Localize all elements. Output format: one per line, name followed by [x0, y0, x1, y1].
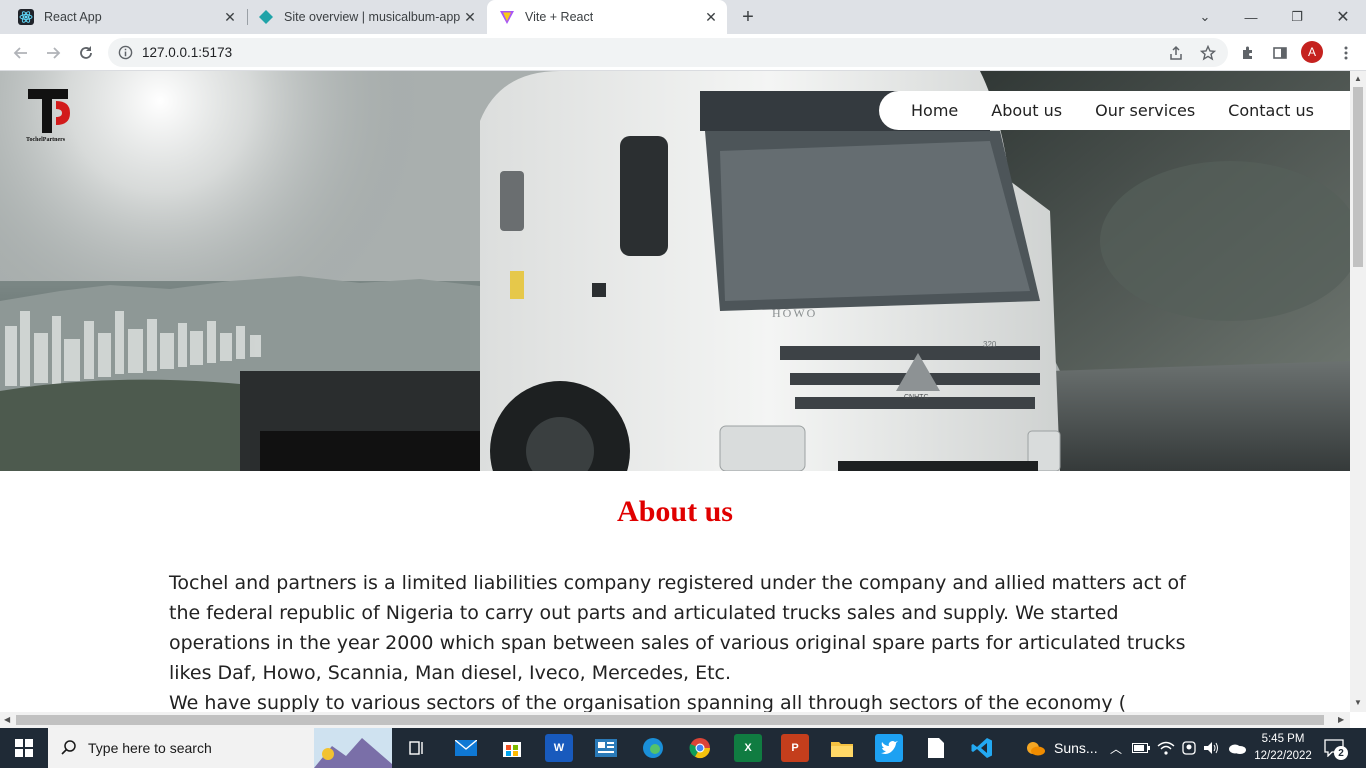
- mail-icon[interactable]: [452, 734, 480, 762]
- share-icon[interactable]: [1164, 41, 1188, 65]
- close-tab-icon[interactable]: ✕: [703, 9, 719, 25]
- about-text: Tochel and partners is a limited liabili…: [169, 568, 1189, 712]
- search-highlight-icon: [314, 728, 392, 768]
- nav-home-link[interactable]: Home: [911, 101, 958, 120]
- about-heading: About us: [617, 495, 733, 528]
- show-hidden-icons[interactable]: ︿: [1110, 728, 1122, 768]
- restore-button[interactable]: ❐: [1274, 0, 1320, 34]
- news-icon[interactable]: [592, 734, 620, 762]
- tab-title: Site overview | musicalbum-app: [284, 10, 461, 24]
- windows-logo-icon: [15, 739, 33, 757]
- battery-icon[interactable]: [1132, 728, 1150, 768]
- about-paragraph: We have supply to various sectors of the…: [169, 692, 1127, 712]
- hero-banner: HOWO 320 CNHTC TochelPartners Home About…: [0, 71, 1350, 471]
- browser-toolbar: 127.0.0.1:5173 A: [0, 34, 1366, 71]
- start-button[interactable]: [0, 728, 48, 768]
- back-button[interactable]: [8, 40, 34, 66]
- close-tab-icon[interactable]: ✕: [222, 9, 238, 25]
- windows-taskbar: Type here to search W X P Suns... ︿ 5:45…: [0, 728, 1366, 768]
- twitter-icon[interactable]: [875, 734, 903, 762]
- close-tab-icon[interactable]: ✕: [462, 9, 478, 25]
- horizontal-scroll-thumb[interactable]: [16, 715, 1324, 725]
- scroll-right-arrow[interactable]: ▶: [1338, 715, 1344, 724]
- powerpoint-icon[interactable]: P: [781, 734, 809, 762]
- nav-about-link[interactable]: About us: [991, 101, 1062, 120]
- wifi-icon[interactable]: [1157, 728, 1175, 768]
- taskbar-search[interactable]: Type here to search: [48, 728, 392, 768]
- profile-avatar[interactable]: A: [1301, 41, 1323, 63]
- truck-maker-label: CNHTC: [904, 394, 929, 401]
- reload-button[interactable]: [73, 40, 99, 66]
- vertical-scrollbar[interactable]: ▲ ▼: [1350, 71, 1366, 712]
- clock-time: 5:45 PM: [1261, 733, 1305, 745]
- nav-services-link[interactable]: Our services: [1095, 101, 1195, 120]
- tab-vite-react[interactable]: Vite + React ✕: [487, 0, 727, 34]
- scroll-up-arrow[interactable]: ▲: [1354, 74, 1362, 83]
- weather-widget[interactable]: Suns...: [1024, 728, 1098, 768]
- weather-sun-icon: [1027, 742, 1045, 756]
- tab-search-icon[interactable]: ⌄: [1182, 0, 1228, 34]
- weather-text: Suns...: [1054, 740, 1098, 756]
- notification-count-badge: 2: [1334, 746, 1348, 760]
- tab-title: Vite + React: [525, 10, 594, 24]
- search-icon: [60, 739, 78, 762]
- onedrive-icon[interactable]: [1227, 728, 1247, 768]
- bookmark-star-icon[interactable]: [1196, 41, 1220, 65]
- netlify-icon: [258, 9, 274, 25]
- url-text: 127.0.0.1:5173: [142, 45, 233, 60]
- store-icon[interactable]: [498, 734, 526, 762]
- horizontal-scrollbar[interactable]: ◀ ▶: [0, 712, 1350, 728]
- close-window-button[interactable]: ✕: [1320, 0, 1366, 34]
- new-tab-button[interactable]: +: [736, 5, 760, 29]
- search-placeholder: Type here to search: [88, 740, 212, 756]
- truck-hero-image: HOWO 320 CNHTC: [0, 71, 1350, 471]
- tab-title: React App: [44, 10, 102, 24]
- edge-icon[interactable]: [639, 734, 667, 762]
- extensions-icon[interactable]: [1236, 41, 1260, 65]
- meet-now-icon[interactable]: [1181, 728, 1197, 768]
- chrome-icon[interactable]: [686, 734, 714, 762]
- main-nav: Home About us Our services Contact us: [879, 91, 1350, 130]
- vscode-icon[interactable]: [968, 734, 996, 762]
- tab-react-app[interactable]: React App ✕: [0, 0, 246, 34]
- logo-text: TochelPartners: [26, 137, 66, 143]
- chrome-menu-icon[interactable]: [1334, 41, 1358, 65]
- task-view-icon[interactable]: [403, 734, 431, 762]
- truck-model-label: 320: [983, 340, 997, 349]
- page-viewport: HOWO 320 CNHTC TochelPartners Home About…: [0, 71, 1350, 712]
- notepad-icon[interactable]: [922, 734, 950, 762]
- vertical-scroll-thumb[interactable]: [1353, 87, 1363, 267]
- scroll-down-arrow[interactable]: ▼: [1354, 698, 1362, 707]
- forward-button[interactable]: [40, 40, 66, 66]
- vite-icon: [499, 9, 515, 25]
- word-icon[interactable]: W: [545, 734, 573, 762]
- react-icon: [18, 9, 34, 25]
- clock-date: 12/22/2022: [1254, 750, 1312, 762]
- scroll-left-arrow[interactable]: ◀: [4, 715, 10, 724]
- address-bar[interactable]: 127.0.0.1:5173: [108, 38, 1228, 67]
- tab-strip: React App ✕ Site overview | musicalbum-a…: [0, 0, 1366, 34]
- file-explorer-icon[interactable]: [828, 734, 856, 762]
- about-paragraph: Tochel and partners is a limited liabili…: [169, 572, 1186, 684]
- volume-icon[interactable]: [1203, 728, 1219, 768]
- system-clock[interactable]: 5:45 PM 12/22/2022: [1246, 731, 1320, 765]
- nav-contact-link[interactable]: Contact us: [1228, 101, 1314, 120]
- side-panel-icon[interactable]: [1268, 41, 1292, 65]
- site-info-icon[interactable]: [118, 45, 133, 65]
- excel-icon[interactable]: X: [734, 734, 762, 762]
- tab-site-overview[interactable]: Site overview | musicalbum-app ✕: [248, 0, 486, 34]
- minimize-button[interactable]: —: [1228, 0, 1274, 34]
- truck-brand-label: HOWO: [772, 306, 817, 320]
